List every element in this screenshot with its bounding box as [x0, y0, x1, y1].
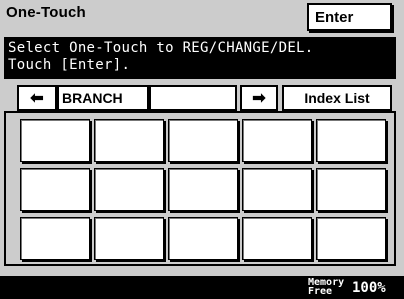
one-touch-key[interactable]	[94, 217, 164, 260]
one-touch-key[interactable]	[316, 119, 386, 162]
memory-free-label: Memory Free	[308, 278, 344, 297]
one-touch-key[interactable]	[20, 119, 90, 162]
next-page-button[interactable]: ➡	[240, 85, 278, 111]
one-touch-key[interactable]	[242, 168, 312, 211]
one-touch-key[interactable]	[168, 217, 238, 260]
one-touch-key[interactable]	[20, 168, 90, 211]
previous-page-button[interactable]: ⬅	[17, 85, 57, 111]
index-list-button[interactable]: Index List	[282, 85, 392, 111]
one-touch-key[interactable]	[316, 217, 386, 260]
screen-title: One-Touch	[6, 4, 86, 21]
enter-button[interactable]: Enter	[307, 3, 392, 31]
instruction-line-2: Touch [Enter].	[8, 57, 131, 73]
instruction-line-1: Select One-Touch to REG/CHANGE/DEL.	[8, 40, 314, 56]
memory-label-line-2: Free	[308, 286, 333, 297]
memory-free-value: 100%	[352, 280, 386, 296]
instruction-message: Select One-Touch to REG/CHANGE/DEL. Touc…	[4, 37, 396, 79]
one-touch-key[interactable]	[168, 168, 238, 211]
one-touch-key[interactable]	[242, 119, 312, 162]
tab-branch[interactable]: BRANCH	[57, 85, 149, 111]
one-touch-key[interactable]	[242, 217, 312, 260]
one-touch-key[interactable]	[94, 119, 164, 162]
one-touch-key[interactable]	[20, 217, 90, 260]
one-touch-key[interactable]	[94, 168, 164, 211]
one-touch-key[interactable]	[316, 168, 386, 211]
tab-unnamed[interactable]	[149, 85, 237, 111]
right-arrow-icon: ➡	[252, 90, 266, 107]
one-touch-key[interactable]	[168, 119, 238, 162]
left-arrow-icon: ⬅	[30, 90, 44, 107]
one-touch-grid	[4, 113, 396, 266]
